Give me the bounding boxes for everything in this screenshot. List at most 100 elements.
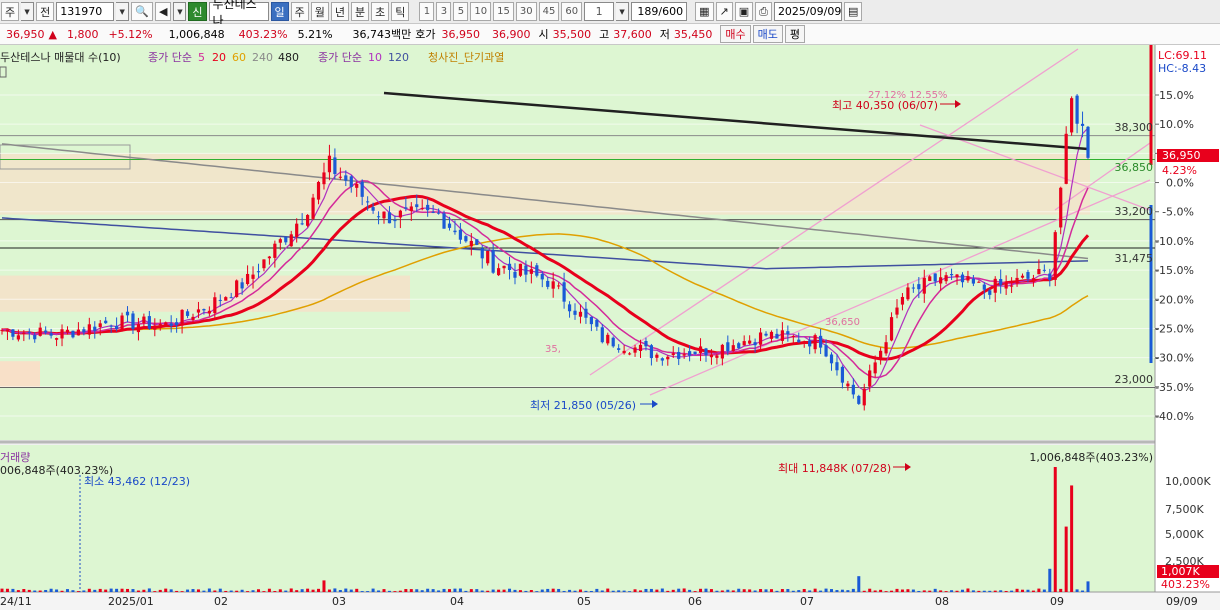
volume-bar: [109, 588, 113, 592]
code-input[interactable]: 131970: [56, 2, 115, 21]
interval-10-button[interactable]: 10: [470, 2, 492, 21]
volume-bar: [780, 589, 784, 592]
legend-ma240: 240: [252, 51, 273, 64]
speaker-icon[interactable]: ◀: [154, 2, 172, 21]
period-second-button[interactable]: 초: [371, 2, 390, 21]
volume-bar: [671, 589, 675, 592]
volume-bar: [753, 590, 757, 592]
candle-body: [780, 330, 784, 341]
volume-bar: [60, 590, 64, 592]
volume-bar: [928, 590, 932, 592]
volume-bar: [213, 590, 217, 592]
period-week-button[interactable]: 주: [290, 2, 309, 21]
candle-body: [1026, 272, 1030, 279]
interval-60-button[interactable]: 60: [561, 2, 583, 21]
volume-bar: [884, 591, 888, 592]
volume-bar: [27, 589, 31, 592]
candle-body: [98, 323, 102, 327]
candle-body: [82, 329, 86, 333]
volume-bar: [44, 589, 48, 592]
print-icon[interactable]: ⎙: [755, 2, 772, 21]
page-counter[interactable]: 189/600: [631, 2, 688, 21]
interval-input[interactable]: 1: [584, 2, 615, 21]
volume-bar: [186, 589, 190, 592]
candle-body: [982, 284, 986, 290]
code-dropdown-icon[interactable]: ▼: [116, 2, 130, 21]
prev-button[interactable]: 전: [36, 2, 55, 21]
candle-body: [240, 282, 244, 289]
volume-bar: [737, 588, 741, 592]
period-tick-button[interactable]: 틱: [391, 2, 410, 21]
credit-badge[interactable]: 신: [188, 2, 207, 21]
candle-body: [409, 206, 413, 211]
volume-bar: [169, 589, 173, 592]
interval-45-button[interactable]: 45: [538, 2, 560, 21]
interval-5-button[interactable]: 5: [453, 2, 469, 21]
volume-bar: [458, 588, 462, 592]
candle-body: [933, 273, 937, 282]
chart-area[interactable]: 두산테스나 매물대 수(10) 종가 단순 5 20 60 240 480 종가…: [0, 45, 1220, 610]
candle-body: [5, 329, 10, 332]
interval-15-button[interactable]: 15: [493, 2, 514, 21]
period-year-button[interactable]: 년: [330, 2, 350, 21]
volume-bar: [1059, 588, 1063, 592]
candle-body: [22, 332, 26, 334]
candle-body: [218, 299, 222, 301]
period-minute-button[interactable]: 분: [351, 2, 370, 21]
candle-body: [813, 335, 817, 350]
volume-bar: [819, 590, 823, 592]
ask-price: 36,950: [441, 27, 481, 41]
volume-bar: [715, 590, 719, 592]
volume-bar: [371, 588, 375, 592]
eval-button[interactable]: 평: [784, 25, 806, 43]
candle-body: [338, 176, 342, 178]
volume-bar: [824, 588, 828, 592]
volume-bar: [971, 590, 975, 592]
period-day-button[interactable]: 일: [270, 2, 289, 21]
grid-icon[interactable]: ▦: [695, 2, 714, 21]
candle-body: [71, 330, 75, 338]
speaker-dropdown-icon[interactable]: ▼: [173, 2, 187, 21]
candle-body: [879, 350, 883, 361]
interval-dropdown-icon[interactable]: ▼: [616, 2, 630, 21]
candle-body: [333, 157, 337, 175]
volume-bar: [49, 588, 53, 592]
candle-body: [868, 370, 872, 387]
candle-body: [862, 388, 866, 406]
interval-30-button[interactable]: 30: [515, 2, 537, 21]
buy-button[interactable]: 매수: [720, 25, 751, 43]
candle-body: [709, 354, 714, 358]
market-select[interactable]: 주: [1, 2, 20, 21]
legend-ma-label: 종가 단순: [148, 51, 192, 64]
volume-bar: [5, 588, 9, 592]
candle-body: [960, 274, 965, 283]
candle-body: [442, 213, 446, 229]
volume-bar: [557, 588, 561, 592]
candle-body: [715, 355, 719, 358]
interval-3-button[interactable]: 3: [436, 2, 452, 21]
volume-bar: [1048, 568, 1052, 592]
calendar-icon[interactable]: ▤: [843, 2, 863, 21]
legend-ma480: 480: [278, 51, 299, 64]
period-month-button[interactable]: 월: [310, 2, 329, 21]
date-input[interactable]: 2025/09/09: [773, 2, 842, 21]
volume-bar: [426, 588, 430, 592]
volume-bar: [147, 588, 151, 592]
search-icon[interactable]: 🔍: [131, 2, 153, 21]
volume-bar: [338, 589, 342, 592]
tool-icon[interactable]: ↗: [715, 2, 733, 21]
candle-body: [76, 329, 81, 336]
save-icon[interactable]: ▣: [734, 2, 754, 21]
sell-button[interactable]: 매도: [752, 25, 783, 43]
volume-bar: [688, 589, 692, 592]
interval-1-button[interactable]: 1: [419, 2, 435, 21]
volume-bar: [573, 590, 577, 592]
volume-bar: [1075, 589, 1079, 592]
candle-body: [376, 216, 381, 218]
candle-body: [595, 319, 599, 327]
candle-body: [54, 338, 59, 340]
market-dropdown-icon[interactable]: ▼: [21, 2, 35, 21]
volume-max-label: 최대 11,848K (07/28): [778, 462, 891, 475]
candle-body: [104, 320, 108, 324]
volume-bar: [246, 591, 250, 592]
